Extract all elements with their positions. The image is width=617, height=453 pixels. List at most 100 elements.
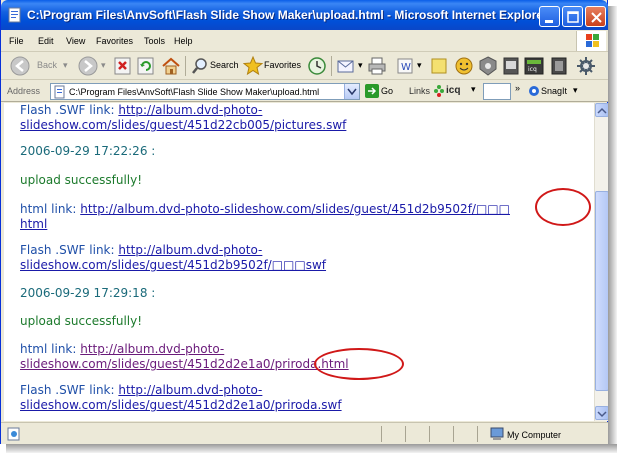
status-divider — [429, 426, 430, 442]
media-icon[interactable] — [501, 55, 521, 77]
favorites-star-icon[interactable] — [243, 55, 263, 77]
menu-tools[interactable]: Tools — [144, 36, 165, 46]
security-zone: My Computer — [507, 430, 562, 440]
address-dropdown-button[interactable] — [344, 84, 359, 99]
search-icon[interactable] — [190, 55, 210, 77]
html-link-entry-2: html link: http://album.dvd-photo-slides… — [20, 202, 510, 232]
block-icon[interactable] — [549, 55, 569, 77]
back-button-label[interactable]: Back — [37, 60, 57, 70]
swf-link-3-url-cont[interactable]: slideshow.com/slides/guest/451d2d2e1a0/p… — [20, 398, 342, 412]
ie-window: C:\Program Files\AnvSoft\Flash Slide Sho… — [0, 0, 609, 444]
html-link-2-url[interactable]: http://album.dvd-photo-slideshow.com/sli… — [80, 202, 510, 216]
swf-link-entry-3: Flash .SWF link: http://album.dvd-photo-… — [20, 383, 342, 413]
html-link-entry-3: html link: http://album.dvd-photo- slide… — [20, 342, 349, 372]
status-divider — [477, 426, 478, 442]
discuss-icon[interactable] — [429, 55, 449, 77]
links-label[interactable]: Links — [409, 86, 430, 96]
scroll-thumb[interactable] — [595, 191, 609, 391]
address-value[interactable]: C:\Program Files\AnvSoft\Flash Slide Sho… — [69, 87, 319, 97]
upload-status-2: upload successfully! — [20, 173, 143, 187]
svg-text:icq: icq — [528, 66, 537, 73]
swf-link-1-url-cont[interactable]: slideshow.com/slides/guest/451d22cb005/p… — [20, 118, 346, 132]
mail-icon[interactable] — [336, 55, 358, 77]
title-bar[interactable]: C:\Program Files\AnvSoft\Flash Slide Sho… — [1, 0, 608, 30]
forward-dropdown-icon[interactable]: ▾ — [101, 60, 106, 71]
annotation-circle — [535, 188, 591, 226]
minimize-icon — [545, 20, 553, 23]
html-link-3-url-cont[interactable]: slideshow.com/slides/guest/451d2d2e1a0/p… — [20, 357, 349, 371]
menu-view[interactable]: View — [66, 36, 85, 46]
windows-flag-icon — [586, 34, 599, 47]
forward-arrow-icon[interactable] — [77, 55, 101, 77]
annotation-circle — [314, 348, 404, 380]
swf-link-label: Flash .SWF link: — [20, 103, 119, 117]
ie-page-icon — [7, 427, 20, 441]
html-link-2-url-cont[interactable]: html — [20, 217, 47, 231]
icq-dropdown-icon[interactable]: ▾ — [471, 84, 476, 95]
icq-toolbar-icon[interactable]: icq — [523, 55, 545, 77]
maximize-icon — [567, 11, 579, 23]
address-bar: Address C:\Program Files\AnvSoft\Flash S… — [1, 80, 608, 102]
minimize-button[interactable] — [539, 6, 560, 27]
scroll-up-button[interactable] — [595, 103, 609, 117]
go-button-label[interactable]: Go — [381, 86, 393, 96]
favorites-button-label[interactable]: Favorites — [264, 60, 301, 70]
status-divider — [405, 426, 406, 442]
page-icon — [54, 85, 65, 99]
window-title: C:\Program Files\AnvSoft\Flash Slide Sho… — [27, 8, 548, 22]
menu-help[interactable]: Help — [174, 36, 193, 46]
html-link-label: html link: — [20, 342, 81, 356]
icq-search-input[interactable] — [483, 83, 511, 100]
icq-flower-icon — [434, 85, 444, 97]
swf-link-2-url[interactable]: http://album.dvd-photo- — [118, 243, 262, 257]
menu-edit[interactable]: Edit — [38, 36, 54, 46]
print-icon[interactable] — [367, 55, 387, 77]
swf-link-1-url[interactable]: http://album.dvd-photo- — [118, 103, 262, 117]
go-arrow-icon[interactable] — [365, 84, 379, 98]
messenger-icon[interactable] — [453, 55, 475, 77]
back-dropdown-icon[interactable]: ▾ — [63, 60, 68, 71]
stop-icon[interactable] — [113, 55, 133, 77]
html-link-label: html link: — [20, 202, 81, 216]
mail-dropdown-icon[interactable]: ▾ — [358, 60, 363, 71]
svg-text:W: W — [401, 62, 411, 73]
address-label: Address — [7, 86, 41, 96]
edit-icon[interactable]: W — [395, 55, 415, 77]
window-shadow — [6, 444, 617, 453]
home-icon[interactable] — [160, 55, 182, 77]
icq-label[interactable]: icq — [446, 85, 460, 96]
swf-link-label: Flash .SWF link: — [20, 243, 119, 257]
swf-link-3-url[interactable]: http://album.dvd-photo- — [118, 383, 262, 397]
close-button[interactable] — [585, 6, 606, 27]
maximize-button[interactable] — [562, 6, 583, 27]
scroll-down-button[interactable] — [595, 406, 609, 420]
status-divider — [381, 426, 382, 442]
chevron-down-icon — [597, 411, 607, 418]
windows-logo — [576, 31, 606, 51]
swf-link-entry-1: Flash .SWF link: http://album.dvd-photo-… — [20, 103, 346, 133]
swf-link-2-url-cont[interactable]: slideshow.com/slides/guest/451d2b9502f/□… — [20, 258, 326, 272]
snagit-button-label[interactable]: SnagIt — [541, 86, 567, 96]
window-shadow — [608, 6, 617, 453]
chevron-right-icon[interactable]: » — [515, 83, 520, 93]
status-bar: My Computer — [1, 422, 608, 444]
swf-link-label: Flash .SWF link: — [20, 383, 119, 397]
history-icon[interactable] — [307, 55, 327, 77]
vertical-scrollbar[interactable] — [594, 103, 609, 421]
snagit-dropdown-icon[interactable]: ▾ — [573, 85, 578, 96]
html-link-3-url[interactable]: http://album.dvd-photo- — [80, 342, 224, 356]
refresh-icon[interactable] — [136, 55, 156, 77]
page-content: Flash .SWF link: http://album.dvd-photo-… — [4, 103, 594, 421]
toolbar-separator — [331, 56, 332, 76]
research-icon[interactable] — [477, 55, 499, 77]
back-arrow-icon[interactable] — [9, 55, 33, 77]
settings-gear-icon[interactable] — [575, 55, 597, 77]
menu-bar: File Edit View Favorites Tools Help — [1, 30, 608, 52]
menu-favorites[interactable]: Favorites — [96, 36, 133, 46]
edit-dropdown-icon[interactable]: ▾ — [417, 60, 422, 71]
search-button-label[interactable]: Search — [210, 60, 239, 70]
chevron-down-icon — [347, 88, 357, 96]
menu-file[interactable]: File — [9, 36, 24, 46]
timestamp-3: 2006-09-29 17:29:18 : — [20, 286, 156, 300]
address-input[interactable]: C:\Program Files\AnvSoft\Flash Slide Sho… — [50, 83, 360, 100]
